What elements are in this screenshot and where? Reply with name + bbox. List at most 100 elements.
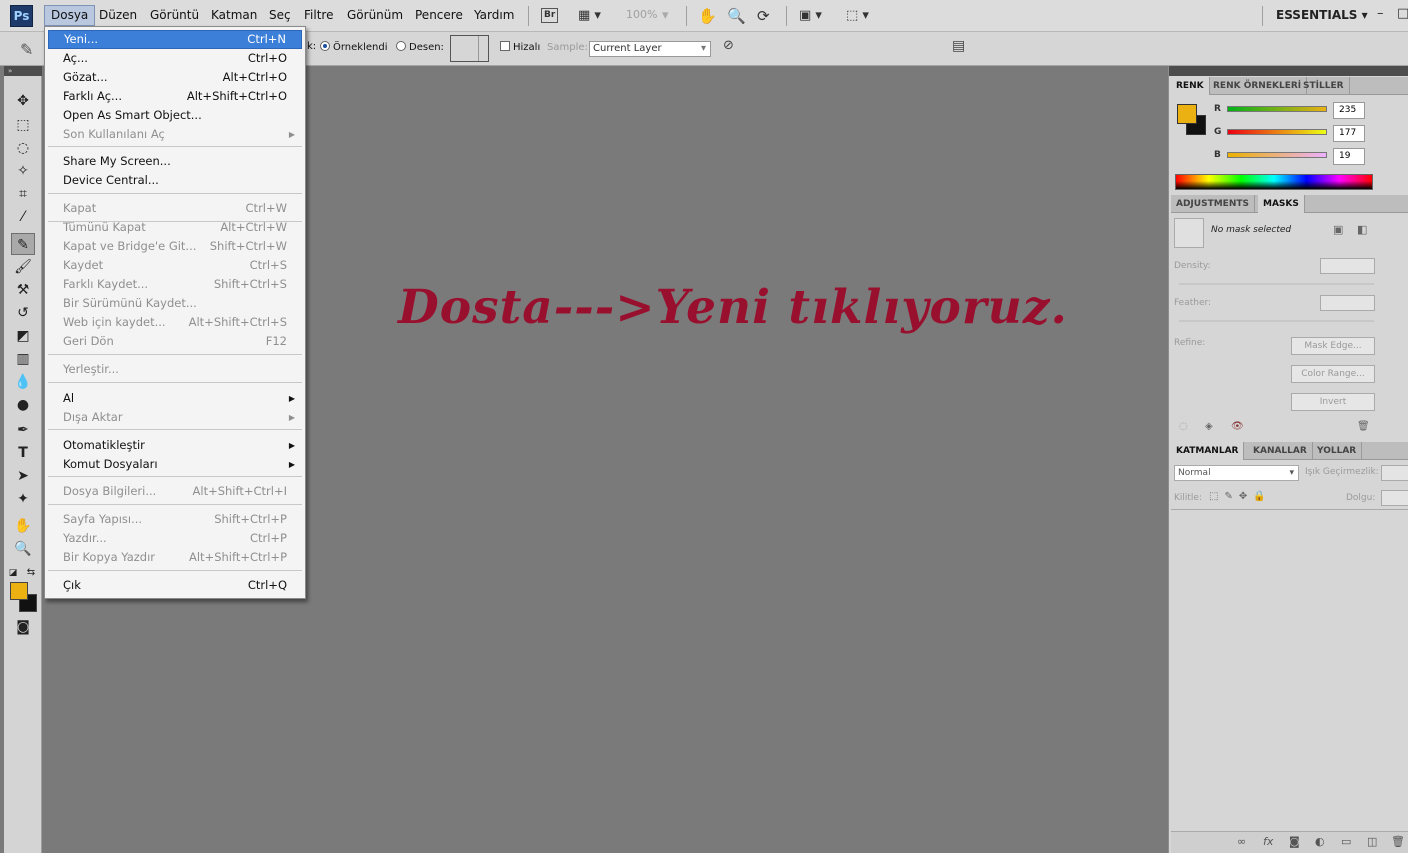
menu-dosya[interactable]: Dosya bbox=[44, 5, 96, 26]
screen-mode-icon[interactable]: ⬚ ▾ bbox=[846, 7, 869, 25]
menu-item[interactable]: Aç... Ctrl+O bbox=[48, 49, 302, 68]
layer-style-icon[interactable]: fx bbox=[1263, 835, 1273, 848]
sample-select[interactable]: Current Layer ▾ bbox=[589, 41, 711, 57]
healing-brush-tool-icon[interactable]: ✎ bbox=[11, 233, 35, 255]
menu-item[interactable]: Komut Dosyaları ▶ bbox=[48, 455, 302, 474]
new-group-icon[interactable]: ▭ bbox=[1341, 835, 1351, 848]
quick-mask-icon[interactable]: ◙ bbox=[11, 616, 35, 638]
new-layer-icon[interactable]: ◫ bbox=[1367, 835, 1377, 848]
tab-adjustments[interactable]: ADJUSTMENTS bbox=[1171, 195, 1255, 213]
density-field[interactable] bbox=[1320, 258, 1375, 274]
path-selection-tool-icon[interactable]: ➤ bbox=[11, 465, 35, 487]
ignore-adjustment-layers-icon[interactable]: ⊘ bbox=[723, 38, 734, 53]
menu-item[interactable]: Farklı Aç... Alt+Shift+Ctrl+O bbox=[48, 87, 302, 106]
menu-item[interactable]: Gözat... Alt+Ctrl+O bbox=[48, 68, 302, 87]
eyedropper-tool-icon[interactable]: ⁄ bbox=[11, 206, 35, 228]
menu-goruntu[interactable]: Görüntü bbox=[144, 5, 205, 26]
gradient-tool-icon[interactable]: ▥ bbox=[11, 348, 35, 370]
default-colors-icon[interactable]: ◪ bbox=[6, 562, 20, 584]
delete-layer-icon[interactable]: 🗑 bbox=[1391, 835, 1405, 848]
zoom-level[interactable]: 100% bbox=[626, 8, 657, 21]
mask-edge-button[interactable]: Mask Edge... bbox=[1291, 337, 1375, 355]
foreground-color-swatch[interactable] bbox=[10, 582, 28, 600]
aligned-checkbox[interactable] bbox=[500, 41, 510, 51]
zoom-dropdown-icon[interactable]: ▾ bbox=[662, 7, 669, 25]
add-mask-icon[interactable]: ◙ bbox=[1289, 835, 1300, 848]
menu-item[interactable]: Çık Ctrl+Q bbox=[48, 576, 302, 595]
tab-renk-ornekleri[interactable]: RENK ÖRNEKLERİ bbox=[1208, 77, 1308, 95]
menu-item[interactable]: Al ▶ bbox=[48, 389, 302, 408]
disable-mask-icon[interactable]: 👁 bbox=[1231, 421, 1244, 432]
menu-yardim[interactable]: Yardım bbox=[468, 5, 520, 26]
menu-item[interactable]: Yeni... Ctrl+N bbox=[48, 30, 302, 49]
tab-stiller[interactable]: STİLLER bbox=[1298, 77, 1350, 95]
tab-renk[interactable]: RENK bbox=[1171, 77, 1210, 95]
rotate-view-icon[interactable]: ⟳ bbox=[757, 7, 770, 25]
link-layers-icon[interactable]: ∞ bbox=[1237, 835, 1246, 848]
history-brush-tool-icon[interactable]: ↺ bbox=[11, 302, 35, 324]
pattern-radio[interactable] bbox=[396, 41, 406, 51]
feather-field[interactable] bbox=[1320, 295, 1375, 311]
blue-slider[interactable] bbox=[1227, 152, 1327, 158]
clone-stamp-tool-icon[interactable]: ⚒ bbox=[11, 279, 35, 301]
eraser-tool-icon[interactable]: ◩ bbox=[11, 325, 35, 347]
red-slider[interactable] bbox=[1227, 106, 1327, 112]
adjustment-layer-icon[interactable]: ◐ bbox=[1315, 835, 1325, 848]
green-value[interactable]: 177 bbox=[1333, 125, 1365, 142]
brush-tool-icon[interactable]: 🖌 bbox=[11, 256, 35, 278]
zoom-tool-panel-icon[interactable]: 🔍 bbox=[11, 538, 35, 560]
apply-mask-icon[interactable]: ◈ bbox=[1205, 421, 1213, 432]
aligned-option[interactable]: Hizalı bbox=[500, 41, 540, 53]
pattern-picker[interactable] bbox=[450, 35, 489, 62]
green-slider[interactable] bbox=[1227, 129, 1327, 135]
type-tool-icon[interactable]: T bbox=[11, 442, 35, 464]
tab-kanallar[interactable]: KANALLAR bbox=[1248, 442, 1313, 460]
feather-slider[interactable] bbox=[1179, 320, 1374, 322]
tools-panel-grip-icon[interactable]: » bbox=[4, 66, 42, 76]
healing-brush-icon[interactable]: ✎ bbox=[20, 40, 33, 59]
menu-katman[interactable]: Katman bbox=[205, 5, 263, 26]
sampled-option[interactable]: Örneklendi bbox=[320, 41, 387, 53]
dodge-tool-icon[interactable]: ● bbox=[11, 394, 35, 416]
load-selection-icon[interactable]: ◌ bbox=[1179, 421, 1188, 432]
tab-katmanlar[interactable]: KATMANLAR bbox=[1171, 442, 1245, 460]
lasso-tool-icon[interactable]: ◌ bbox=[11, 137, 35, 159]
density-slider[interactable] bbox=[1179, 283, 1374, 285]
minimize-button[interactable]: – bbox=[1377, 6, 1384, 21]
color-range-button[interactable]: Color Range... bbox=[1291, 365, 1375, 383]
lock-icons[interactable]: ⬚✎✥🔒 bbox=[1209, 491, 1272, 502]
workspace-switcher[interactable]: ESSENTIALS ▾ bbox=[1276, 8, 1368, 22]
shape-tool-icon[interactable]: ✦ bbox=[11, 488, 35, 510]
menu-item[interactable]: Share My Screen... bbox=[48, 152, 302, 171]
maximize-button[interactable]: □ bbox=[1397, 6, 1408, 21]
sampled-radio[interactable] bbox=[320, 41, 330, 51]
blend-mode-select[interactable]: Normal ▾ bbox=[1174, 465, 1299, 481]
crop-tool-icon[interactable]: ⌗ bbox=[11, 183, 35, 205]
quick-selection-tool-icon[interactable]: ✧ bbox=[11, 160, 35, 182]
menu-filtre[interactable]: Filtre bbox=[298, 5, 339, 26]
menu-item[interactable]: Open As Smart Object... bbox=[48, 106, 302, 125]
hand-tool-icon[interactable]: ✋ bbox=[698, 7, 717, 25]
opacity-field[interactable] bbox=[1381, 465, 1408, 481]
invert-button[interactable]: Invert bbox=[1291, 393, 1375, 411]
add-vector-mask-icon[interactable]: ◧ bbox=[1357, 223, 1367, 236]
color-foreground-swatch[interactable] bbox=[1177, 104, 1197, 124]
marquee-tool-icon[interactable]: ⬚ bbox=[11, 114, 35, 136]
fill-field[interactable] bbox=[1381, 490, 1408, 506]
blue-value[interactable]: 19 bbox=[1333, 148, 1365, 165]
arrange-documents-icon[interactable]: ▣ ▾ bbox=[799, 7, 822, 25]
swap-colors-icon[interactable]: ⇆ bbox=[24, 562, 38, 584]
bridge-icon[interactable]: Br bbox=[541, 8, 559, 23]
delete-mask-icon[interactable]: 🗑 bbox=[1357, 421, 1370, 432]
menu-duzen[interactable]: Düzen bbox=[93, 5, 143, 26]
tab-masks[interactable]: MASKS bbox=[1258, 195, 1305, 213]
view-extras-icon[interactable]: ▦ ▾ bbox=[578, 7, 601, 25]
zoom-tool-icon[interactable]: 🔍 bbox=[727, 7, 746, 25]
add-pixel-mask-icon[interactable]: ▣ bbox=[1333, 223, 1343, 236]
menu-gorunum[interactable]: Görünüm bbox=[341, 5, 409, 26]
blur-tool-icon[interactable]: 💧 bbox=[11, 371, 35, 393]
menu-sec[interactable]: Seç bbox=[263, 5, 297, 26]
color-spectrum-bar[interactable] bbox=[1175, 174, 1373, 190]
menu-item[interactable]: Device Central... bbox=[48, 171, 302, 190]
red-value[interactable]: 235 bbox=[1333, 102, 1365, 119]
